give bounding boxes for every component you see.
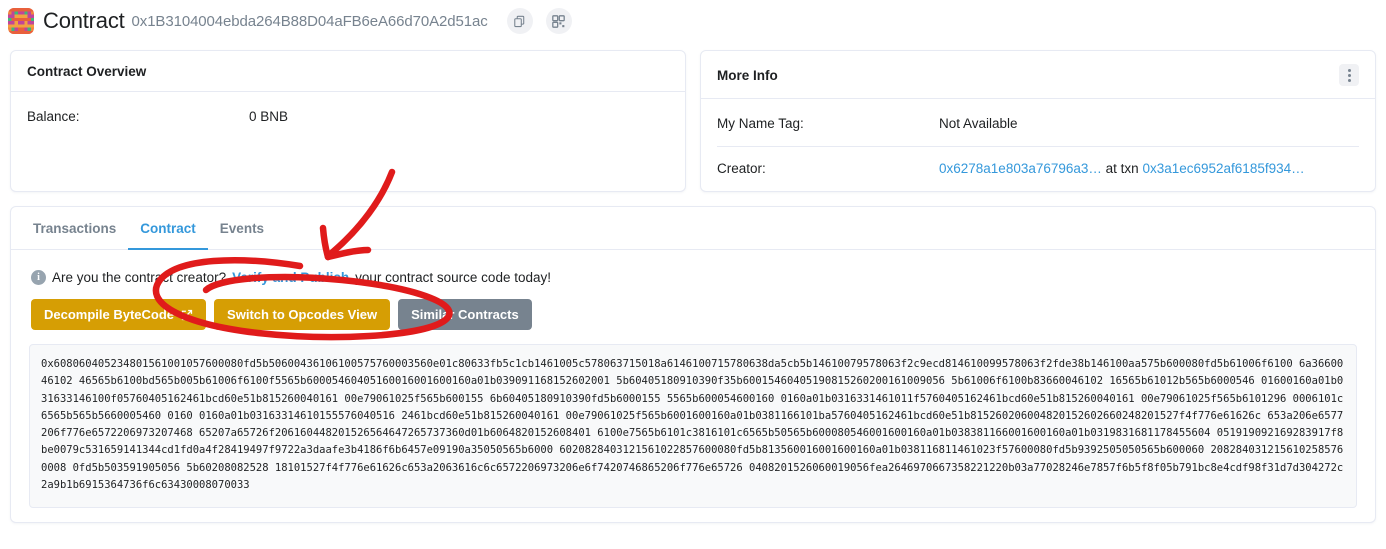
creator-txn-link[interactable]: 0x3a1ec6952af6185f934… xyxy=(1142,161,1304,176)
more-info-header: More Info xyxy=(701,51,1375,99)
name-tag-label: My Name Tag: xyxy=(717,116,804,131)
verify-text-before: Are you the contract creator? xyxy=(52,270,227,285)
verify-and-publish-link[interactable]: Verify and Publish xyxy=(232,270,349,285)
external-link-icon xyxy=(181,309,193,320)
contract-page: Contract 0x1B3104004ebda264B88D04aFB6eA6… xyxy=(0,0,1386,549)
similar-contracts-button[interactable]: Similar Contracts xyxy=(398,299,532,330)
contract-address: 0x1B3104004ebda264B88D04aFB6eA66d70A2d51… xyxy=(131,12,488,30)
creator-label: Creator: xyxy=(717,161,766,176)
contract-tab-content: i Are you the contract creator? Verify a… xyxy=(11,250,1375,522)
balance-label: Balance: xyxy=(27,109,80,124)
contract-overview-card: Contract Overview Balance: 0 BNB xyxy=(10,50,686,192)
tab-bar: Transactions Contract Events xyxy=(11,207,1375,250)
qr-code-button[interactable] xyxy=(545,8,572,34)
more-info-card: More Info My Name Tag: Not Available Cre… xyxy=(700,50,1376,192)
verify-text-after: your contract source code today! xyxy=(355,270,551,285)
balance-row: Balance: 0 BNB xyxy=(27,104,669,129)
creator-row: Creator: 0x6278a1e803a76796a3… at txn 0x… xyxy=(717,146,1359,181)
decompile-bytecode-button[interactable]: Decompile ByteCode xyxy=(31,299,207,330)
creator-value: 0x6278a1e803a76796a3… at txn 0x3a1ec6952… xyxy=(939,161,1305,176)
summary-cards: Contract Overview Balance: 0 BNB More In… xyxy=(0,42,1386,192)
tab-transactions[interactable]: Transactions xyxy=(21,207,128,250)
contract-tab-panel: Transactions Contract Events i Are you t… xyxy=(10,206,1376,523)
verify-banner: i Are you the contract creator? Verify a… xyxy=(23,266,1363,285)
kebab-menu-icon[interactable] xyxy=(1339,64,1359,86)
at-txn-label: at txn xyxy=(1105,161,1139,176)
balance-value: 0 BNB xyxy=(249,109,289,124)
contract-overview-body: Balance: 0 BNB xyxy=(11,92,685,139)
copy-icon xyxy=(514,15,525,27)
contract-action-buttons: Decompile ByteCode Switch to Opcodes Vie… xyxy=(23,285,1363,330)
creator-address-link[interactable]: 0x6278a1e803a76796a3… xyxy=(939,161,1102,176)
tab-events[interactable]: Events xyxy=(208,207,276,250)
more-info-body: My Name Tag: Not Available Creator: 0x62… xyxy=(701,99,1375,191)
tab-contract[interactable]: Contract xyxy=(128,207,208,250)
name-tag-value: Not Available xyxy=(939,116,1018,131)
switch-to-opcodes-view-button[interactable]: Switch to Opcodes View xyxy=(214,299,391,330)
qr-code-icon xyxy=(552,14,566,28)
bytecode-textarea[interactable]: 0x608060405234801561001057600080fd5b5060… xyxy=(29,344,1357,508)
page-header: Contract 0x1B3104004ebda264B88D04aFB6eA6… xyxy=(0,0,1386,42)
decompile-bytecode-label: Decompile ByteCode xyxy=(44,307,175,322)
page-title: Contract xyxy=(43,8,125,33)
more-info-title: More Info xyxy=(717,67,778,83)
name-tag-row: My Name Tag: Not Available xyxy=(717,111,1359,136)
contract-overview-title: Contract Overview xyxy=(11,51,685,92)
blockie-identicon xyxy=(8,8,34,34)
info-icon: i xyxy=(31,270,46,285)
copy-address-button[interactable] xyxy=(506,8,533,34)
